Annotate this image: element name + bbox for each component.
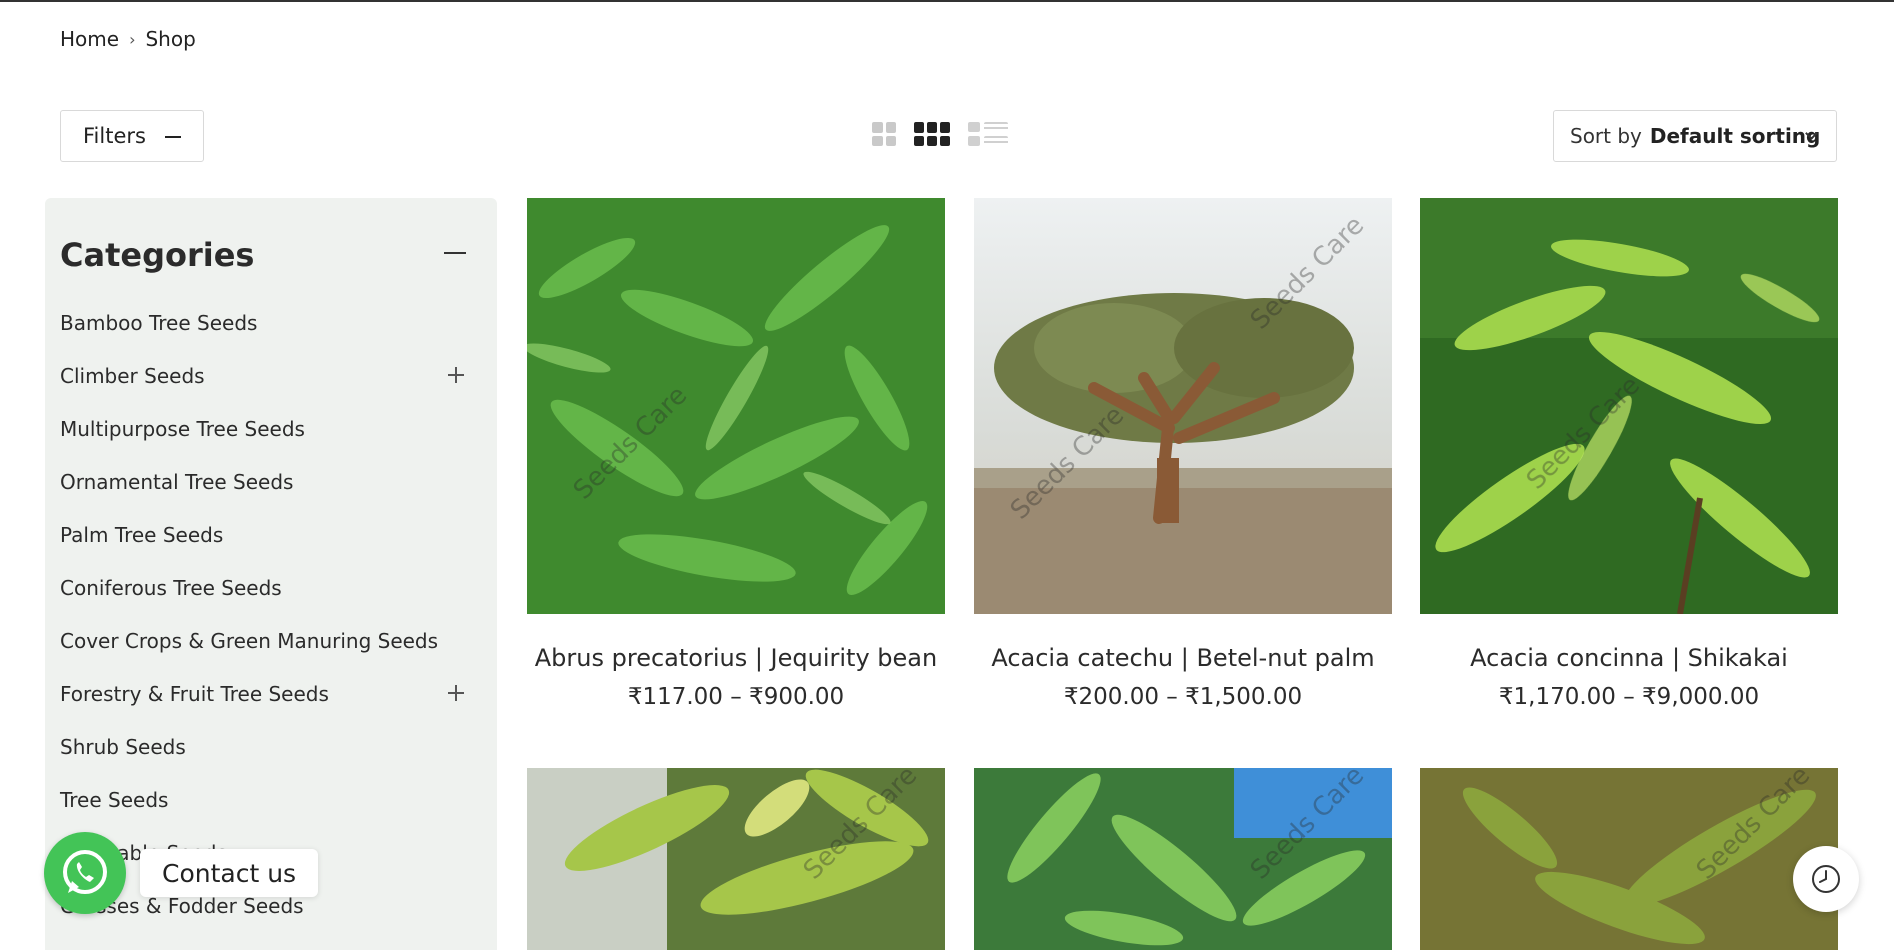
contact-us-label[interactable]: Contact us bbox=[140, 849, 319, 897]
product-name[interactable]: Acacia concinna | Shikakai bbox=[1420, 644, 1838, 672]
history-icon bbox=[1812, 865, 1840, 893]
category-item[interactable]: Coniferous Tree Seeds bbox=[60, 561, 480, 614]
product-card[interactable]: Seeds Care bbox=[974, 768, 1392, 950]
product-card[interactable]: Seeds Care Acacia concinna | Shikakai ₹1… bbox=[1420, 198, 1838, 710]
category-label: Cover Crops & Green Manuring Seeds bbox=[60, 628, 439, 653]
product-image[interactable]: Seeds Care bbox=[527, 198, 945, 614]
expand-plus-icon[interactable] bbox=[448, 685, 464, 701]
expand-plus-icon[interactable] bbox=[448, 367, 464, 383]
sort-prefix: Sort by bbox=[1570, 124, 1642, 148]
category-label: Coniferous Tree Seeds bbox=[60, 575, 282, 600]
product-image[interactable]: Seeds Care bbox=[527, 768, 945, 950]
category-label: Shrub Seeds bbox=[60, 734, 186, 759]
breadcrumb: Home › Shop bbox=[60, 26, 196, 52]
product-name[interactable]: Abrus precatorius | Jequirity bean bbox=[527, 644, 945, 672]
minus-icon bbox=[165, 136, 181, 138]
breadcrumb-current: Shop bbox=[145, 27, 196, 51]
view-mode-toggles bbox=[872, 122, 1008, 146]
category-label: Climber Seeds bbox=[60, 363, 205, 388]
filters-label: Filters bbox=[83, 124, 146, 148]
breadcrumb-home-link[interactable]: Home bbox=[60, 27, 119, 51]
whatsapp-icon bbox=[63, 850, 107, 894]
category-item[interactable]: Tree Seeds bbox=[60, 773, 480, 826]
category-item[interactable]: Palm Tree Seeds bbox=[60, 508, 480, 561]
whatsapp-button[interactable] bbox=[44, 832, 126, 914]
category-label: Forestry & Fruit Tree Seeds bbox=[60, 681, 329, 706]
product-price: ₹117.00 – ₹900.00 bbox=[627, 684, 845, 710]
product-image[interactable]: Seeds Care bbox=[974, 768, 1392, 950]
category-item[interactable]: Cover Crops & Green Manuring Seeds bbox=[60, 614, 480, 667]
product-image[interactable]: Seeds Care Seeds Care bbox=[974, 198, 1392, 614]
category-label: Multipurpose Tree Seeds bbox=[60, 416, 305, 441]
product-card[interactable]: Seeds Care bbox=[1420, 768, 1838, 950]
product-image[interactable]: Seeds Care bbox=[1420, 768, 1838, 950]
category-item[interactable]: Ornamental Tree Seeds bbox=[60, 455, 480, 508]
category-label: Bamboo Tree Seeds bbox=[60, 310, 258, 335]
product-price: ₹1,170.00 – ₹9,000.00 bbox=[1498, 684, 1760, 710]
category-label: Palm Tree Seeds bbox=[60, 522, 224, 547]
category-item[interactable]: Multipurpose Tree Seeds bbox=[60, 402, 480, 455]
product-image[interactable]: Seeds Care bbox=[1420, 198, 1838, 614]
product-price: ₹200.00 – ₹1,500.00 bbox=[1063, 684, 1303, 710]
breadcrumb-separator: › bbox=[129, 29, 136, 49]
list-view-icon[interactable] bbox=[968, 122, 1008, 146]
category-label: Tree Seeds bbox=[60, 787, 169, 812]
sort-select[interactable]: Sort by Default sorting bbox=[1553, 110, 1837, 162]
category-item[interactable]: Forestry & Fruit Tree Seeds bbox=[60, 667, 480, 720]
product-name[interactable]: Acacia catechu | Betel-nut palm bbox=[974, 644, 1392, 672]
categories-title: Categories bbox=[60, 236, 255, 274]
filters-toggle-button[interactable]: Filters bbox=[60, 110, 204, 162]
collapse-icon[interactable] bbox=[444, 252, 466, 254]
category-label: Medicinal Tree Seeds bbox=[60, 947, 270, 950]
grid-2-icon[interactable] bbox=[872, 122, 896, 146]
product-card[interactable]: Seeds Care bbox=[527, 768, 945, 950]
product-card[interactable]: Seeds Care Abrus precatorius | Jequirity… bbox=[527, 198, 945, 710]
product-card[interactable]: Seeds Care Seeds Care Acacia catechu | B… bbox=[974, 198, 1392, 710]
category-item[interactable]: Climber Seeds bbox=[60, 349, 480, 402]
sort-value: Default sorting bbox=[1649, 124, 1821, 148]
category-label: Ornamental Tree Seeds bbox=[60, 469, 294, 494]
top-border bbox=[0, 0, 1894, 2]
category-item[interactable]: Bamboo Tree Seeds bbox=[60, 296, 480, 349]
history-button[interactable] bbox=[1793, 846, 1859, 912]
category-item[interactable]: Medicinal Tree Seeds bbox=[60, 932, 480, 950]
filter-sidebar: Categories Bamboo Tree Seeds Climber Seed… bbox=[45, 198, 497, 950]
grid-3-icon[interactable] bbox=[914, 122, 950, 146]
category-item[interactable]: Shrub Seeds bbox=[60, 720, 480, 773]
